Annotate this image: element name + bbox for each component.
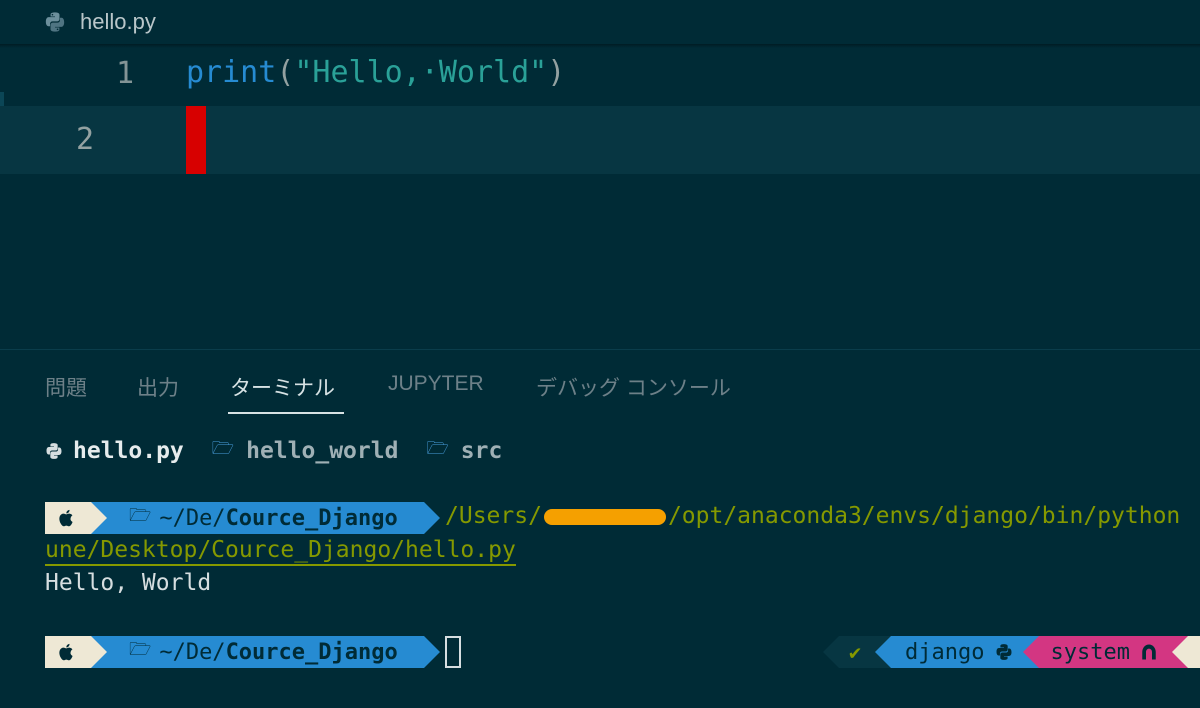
conda-env-segment: django bbox=[891, 636, 1023, 668]
prompt-end-segment bbox=[1188, 636, 1200, 668]
prompt-os-segment bbox=[45, 502, 91, 534]
terminal-cursor bbox=[445, 636, 461, 668]
prompt-separator bbox=[1022, 636, 1039, 668]
prompt-separator bbox=[91, 502, 107, 534]
folder-icon: 🗁 bbox=[211, 438, 235, 459]
prompt-path-segment: 🗁 ~/De/Cource_Django bbox=[91, 502, 424, 534]
conda-env-label: django bbox=[905, 639, 985, 665]
prompt-separator bbox=[91, 636, 107, 668]
prompt-separator bbox=[423, 502, 440, 534]
breadcrumb-label: src bbox=[460, 438, 503, 464]
prompt-separator bbox=[822, 636, 839, 668]
prompt-path-dir: Cource_Django bbox=[225, 505, 398, 531]
apple-icon bbox=[59, 643, 73, 661]
prompt-separator bbox=[423, 636, 440, 668]
prompt-separator bbox=[1172, 636, 1188, 668]
apple-icon bbox=[59, 509, 73, 527]
breadcrumb-item[interactable]: 🗁 hello_world bbox=[212, 436, 399, 466]
prompt-path-dir: Cource_Django bbox=[225, 639, 398, 665]
breadcrumb-item[interactable]: 🗁 src bbox=[426, 436, 502, 466]
terminal[interactable]: hello.py 🗁 hello_world 🗁 src 🗁 ~/De/Cour… bbox=[0, 0, 1200, 708]
status-ok-icon: ✔ bbox=[838, 636, 876, 668]
command-part: /Users/ bbox=[445, 503, 542, 529]
folder-icon: 🗁 bbox=[426, 438, 449, 459]
breadcrumb-label: hello.py bbox=[73, 438, 184, 464]
prompt-os-segment bbox=[45, 636, 91, 668]
terminal-prompt: 🗁 ~/De/Cource_Django bbox=[45, 502, 440, 534]
home-icon bbox=[1142, 644, 1156, 660]
system-segment: system bbox=[1038, 636, 1172, 668]
system-label: system bbox=[1050, 639, 1130, 665]
terminal-prompt: 🗁 ~/De/Cource_Django bbox=[45, 636, 440, 668]
terminal-output: Hello, World bbox=[45, 570, 212, 596]
terminal-command: /Users/ /opt/anaconda3/envs/django/bin/py… bbox=[445, 503, 1180, 529]
terminal-right-prompt: ✔ django system bbox=[822, 636, 1200, 668]
python-icon bbox=[996, 644, 1012, 660]
breadcrumb-item[interactable]: hello.py bbox=[45, 438, 184, 464]
command-part: /opt/anaconda3/envs/django/bin/python bbox=[667, 503, 1181, 529]
redaction-mark bbox=[543, 508, 666, 525]
prompt-path-segment: 🗁 ~/De/Cource_Django bbox=[91, 636, 424, 668]
terminal-breadcrumb: hello.py 🗁 hello_world 🗁 src bbox=[45, 436, 530, 466]
prompt-path-prefix: ~/De/ bbox=[159, 639, 226, 665]
folder-icon: 🗁 bbox=[129, 639, 152, 660]
prompt-separator bbox=[875, 636, 892, 668]
breadcrumb-label: hello_world bbox=[246, 438, 399, 464]
python-icon bbox=[46, 443, 62, 459]
prompt-path-prefix: ~/De/ bbox=[159, 505, 226, 531]
terminal-command-continued[interactable]: une/Desktop/Cource_Django/hello.py bbox=[45, 537, 516, 566]
folder-icon: 🗁 bbox=[129, 505, 152, 526]
